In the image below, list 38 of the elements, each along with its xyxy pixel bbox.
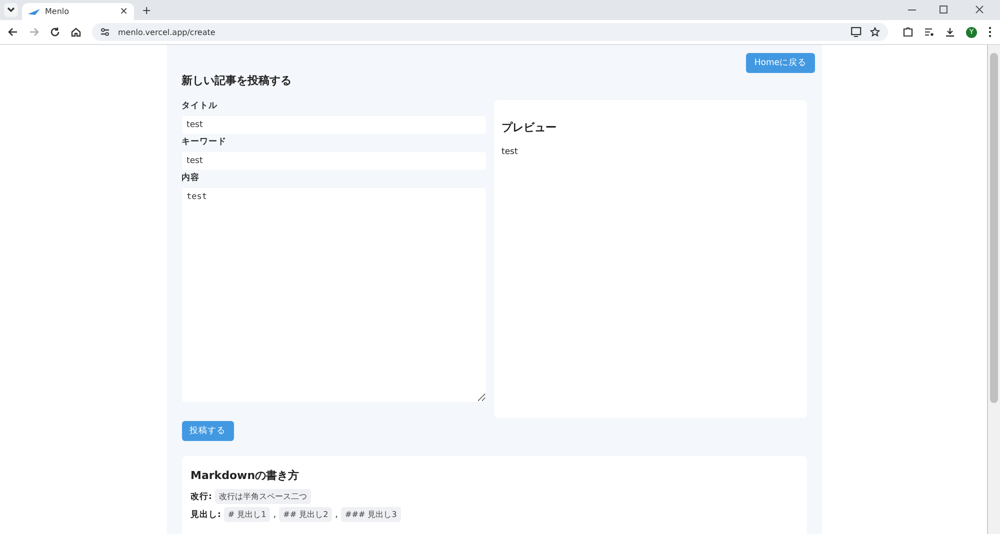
field-label: タイトル bbox=[182, 100, 218, 112]
sliders-icon bbox=[100, 27, 110, 37]
input-field[interactable]: test bbox=[182, 116, 486, 134]
code-example: ## 見出し2 bbox=[279, 507, 332, 522]
field-label: キーワード bbox=[182, 136, 228, 148]
address-bar[interactable]: menlo.vercel.app/create bbox=[92, 23, 888, 41]
preview-title: プレビュー bbox=[502, 120, 558, 135]
bird-icon bbox=[28, 8, 40, 16]
browser-tab[interactable]: Menlo × bbox=[22, 3, 134, 20]
install-app-icon[interactable] bbox=[851, 27, 862, 37]
puzzle-icon[interactable] bbox=[903, 27, 913, 37]
code-example: ### 見出し3 bbox=[341, 507, 401, 522]
guide-title: Markdownの書き方 bbox=[190, 468, 300, 483]
field-label: 内容 bbox=[182, 172, 200, 184]
separator-text: , bbox=[335, 510, 338, 520]
tab-title: Menlo bbox=[45, 7, 70, 16]
code-example: # 見出し1 bbox=[224, 507, 270, 522]
rule-label: 見出し: bbox=[190, 508, 221, 520]
content-textarea[interactable]: test bbox=[182, 188, 486, 402]
input-field[interactable]: test bbox=[182, 152, 486, 170]
preview-text: test bbox=[502, 147, 519, 157]
download-icon[interactable] bbox=[945, 27, 955, 37]
rule-label: 改行: bbox=[190, 490, 212, 502]
url-text: menlo.vercel.app/create bbox=[118, 28, 216, 36]
separator-text: , bbox=[273, 510, 276, 520]
scrollbar[interactable] bbox=[987, 45, 1000, 534]
new-tab-button[interactable]: + bbox=[142, 4, 152, 17]
close-tab-button[interactable]: × bbox=[120, 6, 128, 17]
home-icon[interactable] bbox=[71, 27, 81, 37]
code-example: 改行は半角スペース二つ bbox=[214, 489, 311, 504]
menu-icon[interactable] bbox=[988, 26, 992, 38]
chevron-down-icon bbox=[6, 5, 16, 15]
page-heading: 新しい記事を投稿する bbox=[182, 73, 292, 88]
back-icon[interactable] bbox=[8, 27, 18, 37]
star-icon[interactable] bbox=[870, 27, 880, 37]
tab-list-button[interactable] bbox=[4, 3, 18, 17]
reload-icon[interactable] bbox=[50, 27, 60, 37]
media-icon[interactable] bbox=[924, 27, 934, 37]
